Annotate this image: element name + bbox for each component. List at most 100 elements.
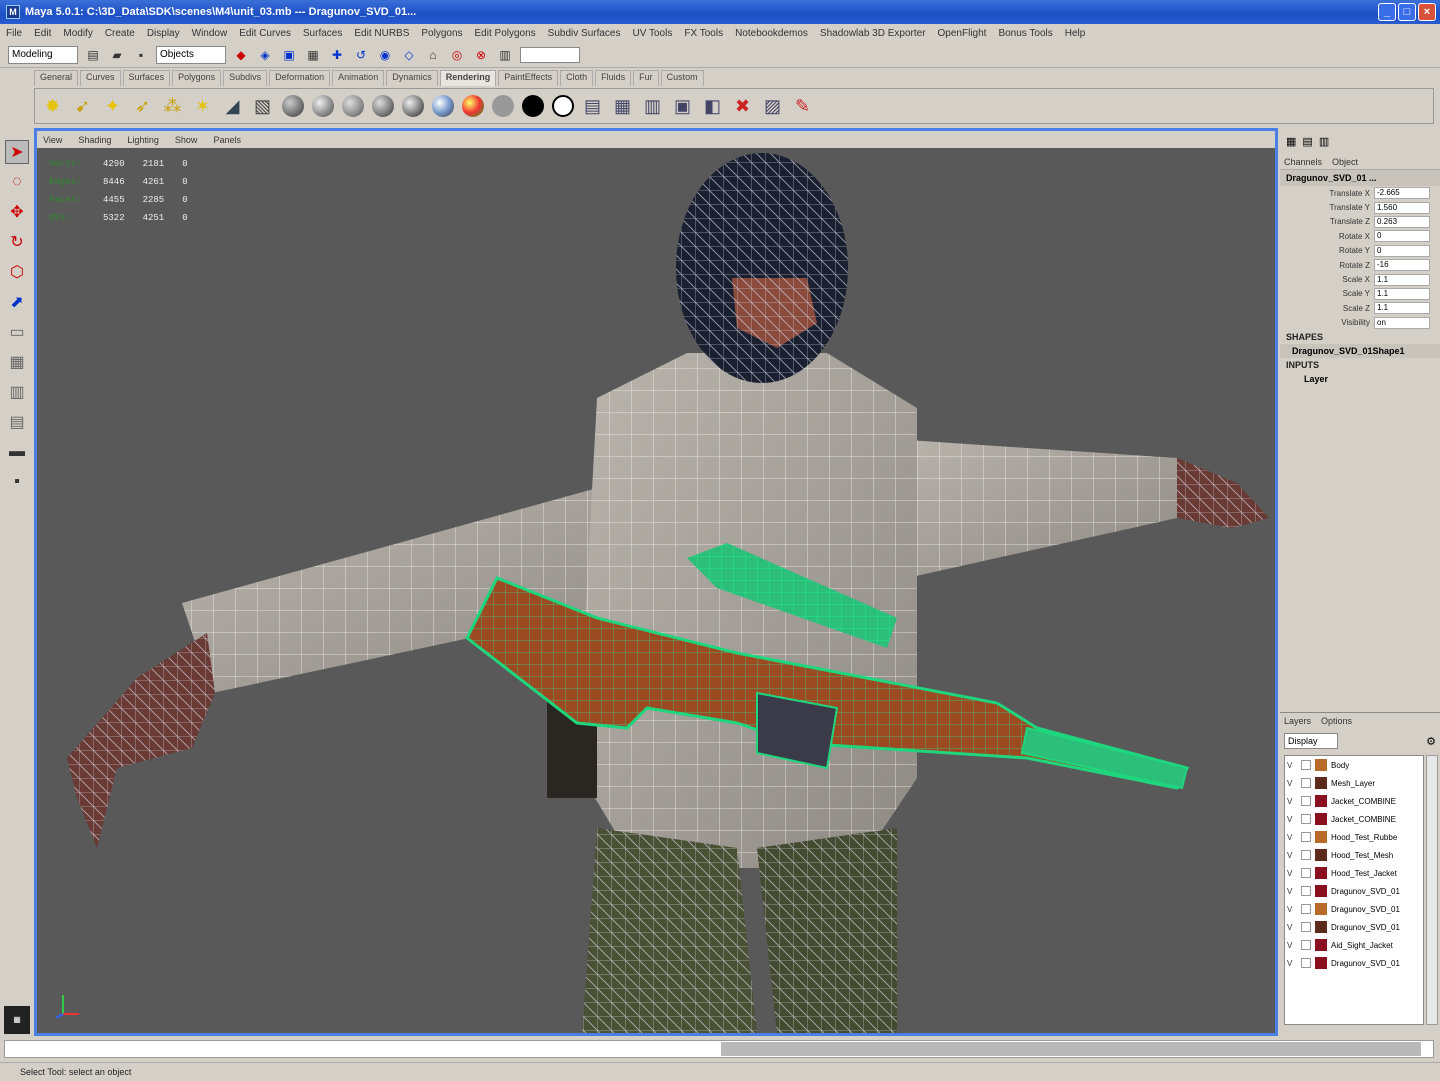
layer-menu-layers[interactable]: Layers bbox=[1284, 716, 1311, 726]
phong-sphere-icon[interactable] bbox=[339, 93, 366, 120]
perspective-outliner-layout-icon[interactable]: ▥ bbox=[5, 380, 29, 404]
snap-plane-icon[interactable]: ◇ bbox=[400, 46, 418, 64]
menu-openflight[interactable]: OpenFlight bbox=[938, 28, 987, 39]
channel-box-tab-object[interactable]: Object bbox=[1332, 157, 1358, 167]
shelf-tab-general[interactable]: General bbox=[34, 70, 79, 86]
snap-grid-icon[interactable]: ✚ bbox=[328, 46, 346, 64]
ramp-shader-icon[interactable] bbox=[459, 93, 486, 120]
scene-render[interactable] bbox=[37, 148, 1275, 1033]
menu-shadowlab-exporter[interactable]: Shadowlab 3D Exporter bbox=[820, 28, 926, 39]
paint-effects-brush-icon[interactable]: ✎ bbox=[789, 93, 816, 120]
render-view-icon[interactable]: ▦ bbox=[609, 93, 636, 120]
blinn-sphere-icon[interactable] bbox=[309, 93, 336, 120]
layer-item[interactable]: V Hood_Test_Jacket bbox=[1285, 864, 1423, 882]
selection-mask-icon[interactable]: ▦ bbox=[304, 46, 322, 64]
shelf-tab-fluids[interactable]: Fluids bbox=[595, 70, 632, 86]
perspective-viewport[interactable]: View Shading Lighting Show Panels Verts:… bbox=[34, 128, 1278, 1036]
layer-item[interactable]: V Jacket_COMBINE bbox=[1285, 810, 1423, 828]
channel-box-icon[interactable]: ▦ bbox=[1286, 135, 1296, 148]
surface-shader-icon[interactable] bbox=[489, 93, 516, 120]
shelf-tab-fur[interactable]: Fur bbox=[633, 70, 659, 86]
render-layers-icon[interactable]: ▣ bbox=[669, 93, 696, 120]
quick-selection-field[interactable] bbox=[520, 46, 580, 63]
selection-mode-dropdown[interactable]: Objects bbox=[156, 45, 226, 64]
open-scene-icon[interactable]: ▰ bbox=[108, 46, 126, 64]
shelf-tab-surfaces[interactable]: Surfaces bbox=[122, 70, 171, 86]
shelf-tab-cloth[interactable]: Cloth bbox=[560, 70, 594, 86]
ambient-light-icon[interactable]: ✸ bbox=[39, 93, 66, 120]
channel-box-tab-channels[interactable]: Channels bbox=[1284, 157, 1322, 167]
spot-light-icon[interactable]: ➶ bbox=[129, 93, 156, 120]
shelf-tab-deformation[interactable]: Deformation bbox=[269, 70, 331, 86]
render-icon[interactable]: ◎ bbox=[448, 46, 466, 64]
layer-item[interactable]: V Body bbox=[1285, 756, 1423, 774]
layer-item[interactable]: V Mesh_Layer bbox=[1285, 774, 1423, 792]
snap-point-icon[interactable]: ◉ bbox=[376, 46, 394, 64]
panel-menu-show[interactable]: Show bbox=[175, 135, 198, 145]
shelf-tab-custom[interactable]: Custom bbox=[660, 70, 704, 86]
rotate-tool-icon[interactable]: ↻ bbox=[5, 230, 29, 254]
close-button[interactable]: × bbox=[1418, 3, 1436, 21]
directional-light-icon[interactable]: ➹ bbox=[69, 93, 96, 120]
perspective-graph-layout-icon[interactable]: ▤ bbox=[5, 410, 29, 434]
layer-item[interactable]: V Jacket_COMBINE bbox=[1285, 792, 1423, 810]
menu-surfaces[interactable]: Surfaces bbox=[303, 28, 342, 39]
single-perspective-layout-icon[interactable]: ▭ bbox=[5, 320, 29, 344]
select-by-hierarchy-icon[interactable]: ◆ bbox=[232, 46, 250, 64]
camera-icon[interactable]: ◢ bbox=[219, 93, 246, 120]
tool-settings-icon[interactable]: ▥ bbox=[1319, 135, 1329, 148]
menu-modify[interactable]: Modify bbox=[63, 28, 92, 39]
shelf-tab-polygons[interactable]: Polygons bbox=[172, 70, 222, 86]
selected-object-name[interactable]: Dragunov_SVD_01 ... bbox=[1280, 170, 1440, 186]
texture-view-icon[interactable]: ◧ bbox=[699, 93, 726, 120]
panel-menu-lighting[interactable]: Lighting bbox=[127, 135, 159, 145]
layer-item[interactable]: V Dragunov_SVD_01 bbox=[1285, 900, 1423, 918]
menu-subdiv-surfaces[interactable]: Subdiv Surfaces bbox=[548, 28, 621, 39]
use-background-icon[interactable] bbox=[519, 93, 546, 120]
layer-item[interactable]: V Dragunov_SVD_01 bbox=[1285, 954, 1423, 972]
shelf-tab-dynamics[interactable]: Dynamics bbox=[386, 70, 438, 86]
menu-set-dropdown[interactable]: Modeling bbox=[8, 45, 78, 64]
menu-notebookdemos[interactable]: Notebookdemos bbox=[735, 28, 808, 39]
shelf-tab-rendering[interactable]: Rendering bbox=[439, 70, 497, 86]
phonge-sphere-icon[interactable] bbox=[369, 93, 396, 120]
layer-item[interactable]: V Dragunov_SVD_01 bbox=[1285, 882, 1423, 900]
layered-shader-icon[interactable] bbox=[429, 93, 456, 120]
layer-item[interactable]: V Aid_Sight_Jacket bbox=[1285, 936, 1423, 954]
lambert-sphere-icon[interactable] bbox=[279, 93, 306, 120]
shading-map-icon[interactable] bbox=[549, 93, 576, 120]
select-by-component-icon[interactable]: ▣ bbox=[280, 46, 298, 64]
shelf-tab-animation[interactable]: Animation bbox=[332, 70, 385, 86]
move-tool-icon[interactable]: ✥ bbox=[5, 200, 29, 224]
render-globals-icon[interactable]: ▥ bbox=[496, 46, 514, 64]
create-layer-icon[interactable]: ⚙ bbox=[1426, 735, 1436, 748]
attribute-editor-icon[interactable]: ▤ bbox=[1302, 135, 1312, 148]
scale-tool-icon[interactable]: ⬡ bbox=[5, 260, 29, 284]
select-tool-icon[interactable]: ➤ bbox=[5, 140, 29, 164]
hypershade-icon[interactable]: ▤ bbox=[579, 93, 606, 120]
menu-file[interactable]: File bbox=[6, 28, 22, 39]
lasso-tool-icon[interactable]: ◌ bbox=[5, 170, 29, 194]
panel-menu-panels[interactable]: Panels bbox=[213, 135, 241, 145]
snap-curve-icon[interactable]: ↺ bbox=[352, 46, 370, 64]
shelf-tab-subdivs[interactable]: Subdivs bbox=[223, 70, 268, 86]
select-by-object-icon[interactable]: ◈ bbox=[256, 46, 274, 64]
menu-uv-tools[interactable]: UV Tools bbox=[633, 28, 673, 39]
layer-type-dropdown[interactable]: Display bbox=[1284, 733, 1338, 749]
layer-item[interactable]: V Hood_Test_Rubbe bbox=[1285, 828, 1423, 846]
menu-edit-curves[interactable]: Edit Curves bbox=[239, 28, 291, 39]
ipr-render-icon[interactable]: ⊗ bbox=[472, 46, 490, 64]
layer-menu-options[interactable]: Options bbox=[1321, 716, 1352, 726]
menu-create[interactable]: Create bbox=[105, 28, 135, 39]
menu-bonus-tools[interactable]: Bonus Tools bbox=[998, 28, 1052, 39]
point-light-icon[interactable]: ✦ bbox=[99, 93, 126, 120]
shape-node-name[interactable]: Dragunov_SVD_01Shape1 bbox=[1280, 343, 1440, 358]
panel-menu-view[interactable]: View bbox=[43, 135, 62, 145]
menu-display[interactable]: Display bbox=[147, 28, 180, 39]
menu-edit-nurbs[interactable]: Edit NURBS bbox=[354, 28, 409, 39]
cancel-render-icon[interactable]: ✖ bbox=[729, 93, 756, 120]
custom-layout-icon[interactable]: ▪ bbox=[5, 470, 29, 494]
hypershade-layout-icon[interactable]: ▬ bbox=[5, 440, 29, 464]
shelf-tab-curves[interactable]: Curves bbox=[80, 70, 121, 86]
menu-help[interactable]: Help bbox=[1065, 28, 1086, 39]
